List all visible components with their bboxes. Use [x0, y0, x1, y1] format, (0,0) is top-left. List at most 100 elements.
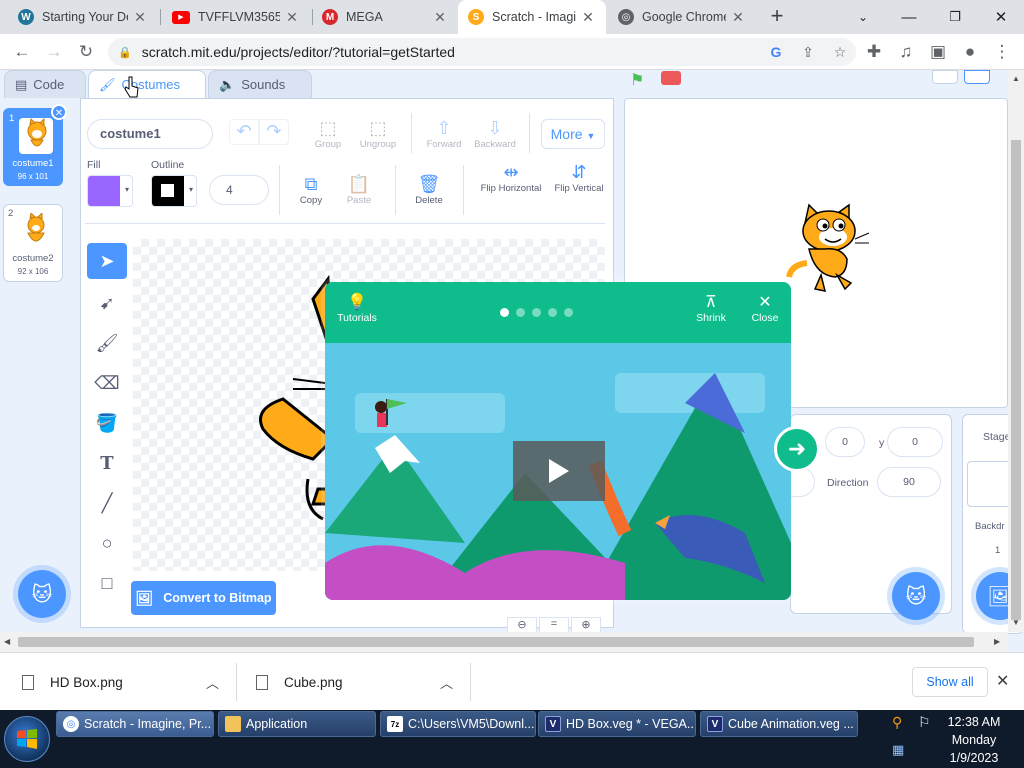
costume-item[interactable]: 1 costume1 96 x 101 ✕	[3, 104, 67, 186]
reload-icon[interactable]: ↻	[74, 40, 98, 64]
url-text[interactable]: scratch.mit.edu/projects/editor/?tutoria…	[142, 44, 760, 60]
paste-button[interactable]: 📋 Paste	[339, 173, 379, 206]
cat-sprite[interactable]	[785, 203, 875, 295]
address-bar[interactable]: 🔒 scratch.mit.edu/projects/editor/?tutor…	[108, 38, 856, 66]
play-button[interactable]	[513, 441, 605, 501]
close-icon[interactable]: ✕	[996, 671, 1009, 691]
close-icon[interactable]: ✕	[284, 9, 300, 26]
zoom-out-button[interactable]: ⊖	[507, 617, 537, 633]
extensions-icon[interactable]: ✚	[862, 40, 886, 64]
progress-dot[interactable]	[516, 308, 525, 317]
reshape-tool[interactable]: ➹	[87, 285, 127, 321]
network-icon[interactable]: ⚐	[918, 714, 931, 731]
taskbar-item-7zip[interactable]: 7z C:\Users\VM5\Downl...	[380, 711, 536, 737]
large-stage-button[interactable]	[964, 70, 990, 84]
browser-tab-mega[interactable]: M MEGA ✕	[312, 0, 458, 34]
group-button[interactable]: ⬚ Group	[307, 117, 349, 150]
line-tool[interactable]: ╱	[87, 485, 127, 521]
tutorial-video[interactable]	[325, 343, 791, 600]
costume-name-input[interactable]: costume1	[87, 119, 213, 149]
scroll-right-icon[interactable]: ▶	[994, 637, 1000, 646]
action-center-icon[interactable]: ▦	[892, 742, 904, 758]
restore-button[interactable]: ❐	[932, 0, 978, 34]
zoom-reset-button[interactable]: =	[539, 617, 569, 633]
delete-button[interactable]: 🗑 Delete	[407, 173, 451, 206]
eraser-tool[interactable]: ⌫	[87, 365, 127, 401]
browser-tab-scratch[interactable]: S Scratch - Imagi ✕	[458, 0, 606, 34]
minimize-button[interactable]: —	[886, 0, 932, 34]
taskbar-item-explorer[interactable]: Application	[218, 711, 376, 737]
horizontal-scrollbar[interactable]: ◀ ▶	[0, 632, 1008, 652]
google-lens-icon[interactable]: G	[760, 44, 792, 60]
circle-tool[interactable]: ○	[87, 525, 127, 561]
shrink-button[interactable]: ⊼ Shrink	[689, 292, 733, 324]
lock-icon[interactable]: 🔒	[118, 46, 132, 59]
ungroup-button[interactable]: ⬚ Ungroup	[353, 117, 403, 150]
convert-to-bitmap-button[interactable]: 🖼 Convert to Bitmap	[131, 581, 276, 615]
backward-button[interactable]: ⇩ Backward	[471, 117, 519, 150]
close-icon[interactable]: ✕	[132, 9, 148, 26]
tab-sounds[interactable]: 🔈 Sounds	[208, 70, 312, 98]
tutorial-next-button[interactable]: ➜	[774, 426, 820, 472]
close-icon[interactable]: ✕	[432, 9, 448, 26]
show-all-button[interactable]: Show all	[912, 667, 988, 697]
taskbar-item-chrome[interactable]: ◎ Scratch - Imagine, Pr...	[56, 711, 214, 737]
select-tool[interactable]: ➤	[87, 243, 127, 279]
forward-icon[interactable]: →	[42, 40, 66, 64]
copy-button[interactable]: ⧉ Copy	[293, 173, 329, 206]
outline-color-picker[interactable]: ▾	[151, 175, 197, 207]
small-stage-button[interactable]	[932, 70, 958, 84]
undo-button[interactable]: ↶	[229, 119, 259, 145]
stop-icon[interactable]	[661, 71, 681, 85]
costume-item[interactable]: 2 costume2 92 x 106	[3, 204, 63, 282]
taskbar-item-vegas-2[interactable]: V Cube Animation.veg ...	[700, 711, 858, 737]
zoom-in-button[interactable]: ⊕	[571, 617, 601, 633]
fill-tool[interactable]: 🪣	[87, 405, 127, 441]
progress-dot[interactable]	[564, 308, 573, 317]
close-tutorial-button[interactable]: ✕ Close	[745, 292, 785, 324]
choose-costume-button[interactable]: 🐱	[18, 570, 66, 618]
download-item[interactable]: Cube.png ︿	[256, 653, 466, 711]
scroll-down-icon[interactable]: ▼	[1012, 618, 1020, 627]
flip-horizontal-button[interactable]: ⇹ Flip Horizontal	[479, 161, 543, 195]
y-position-input[interactable]: 0	[887, 427, 943, 457]
outline-width-input[interactable]: 4	[209, 175, 269, 205]
vertical-scrollbar[interactable]: ▲ ▼	[1008, 70, 1024, 632]
green-flag-icon[interactable]: ⚑	[630, 70, 644, 90]
new-tab-button[interactable]: +	[764, 5, 790, 29]
progress-dot[interactable]	[548, 308, 557, 317]
start-button[interactable]	[4, 716, 50, 762]
brush-tool[interactable]: 🖌	[87, 325, 127, 361]
chevron-up-icon[interactable]: ︿	[206, 673, 219, 692]
taskbar-clock[interactable]: 12:38 AM Monday 1/9/2023	[944, 713, 1004, 767]
x-position-input[interactable]: 0	[825, 427, 865, 457]
tutorials-button[interactable]: 💡 Tutorials	[333, 292, 381, 324]
tab-search-icon[interactable]: ⌄	[840, 0, 886, 34]
close-icon[interactable]: ✕	[730, 9, 746, 26]
flip-vertical-button[interactable]: ⇵ Flip Vertical	[551, 161, 607, 195]
share-icon[interactable]: ⇪	[792, 44, 824, 61]
back-icon[interactable]: ←	[10, 40, 34, 64]
tab-costumes[interactable]: 🖌 Costumes	[88, 70, 206, 98]
scroll-up-icon[interactable]: ▲	[1012, 74, 1020, 83]
progress-dot[interactable]	[532, 308, 541, 317]
choose-sprite-button[interactable]: 🐱	[892, 572, 940, 620]
browser-tab-chrome[interactable]: ◎ Google Chrome ✕	[608, 0, 756, 34]
profile-avatar-icon[interactable]: ●	[958, 40, 982, 64]
side-panel-icon[interactable]: ▣	[926, 40, 950, 64]
browser-tab-wordpress[interactable]: W Starting Your De ✕	[8, 0, 158, 34]
progress-dot[interactable]	[500, 308, 509, 317]
forward-button[interactable]: ⇧ Forward	[421, 117, 467, 150]
search-icon[interactable]: ⚲	[892, 714, 902, 731]
direction-input[interactable]: 90	[877, 467, 941, 497]
rectangle-tool[interactable]: □	[87, 565, 127, 601]
text-tool[interactable]: T	[87, 445, 127, 481]
chevron-up-icon[interactable]: ︿	[440, 673, 453, 692]
browser-tab-youtube[interactable]: ▶ TVFFLVM3565/V ✕	[162, 0, 310, 34]
close-icon[interactable]: ✕	[580, 9, 596, 26]
scroll-left-icon[interactable]: ◀	[4, 637, 10, 646]
bookmark-star-icon[interactable]: ☆	[824, 44, 856, 61]
media-control-icon[interactable]: ♫	[894, 40, 918, 64]
vertical-scroll-thumb[interactable]	[1011, 140, 1021, 620]
taskbar-item-vegas-1[interactable]: V HD Box.veg * - VEGA...	[538, 711, 696, 737]
